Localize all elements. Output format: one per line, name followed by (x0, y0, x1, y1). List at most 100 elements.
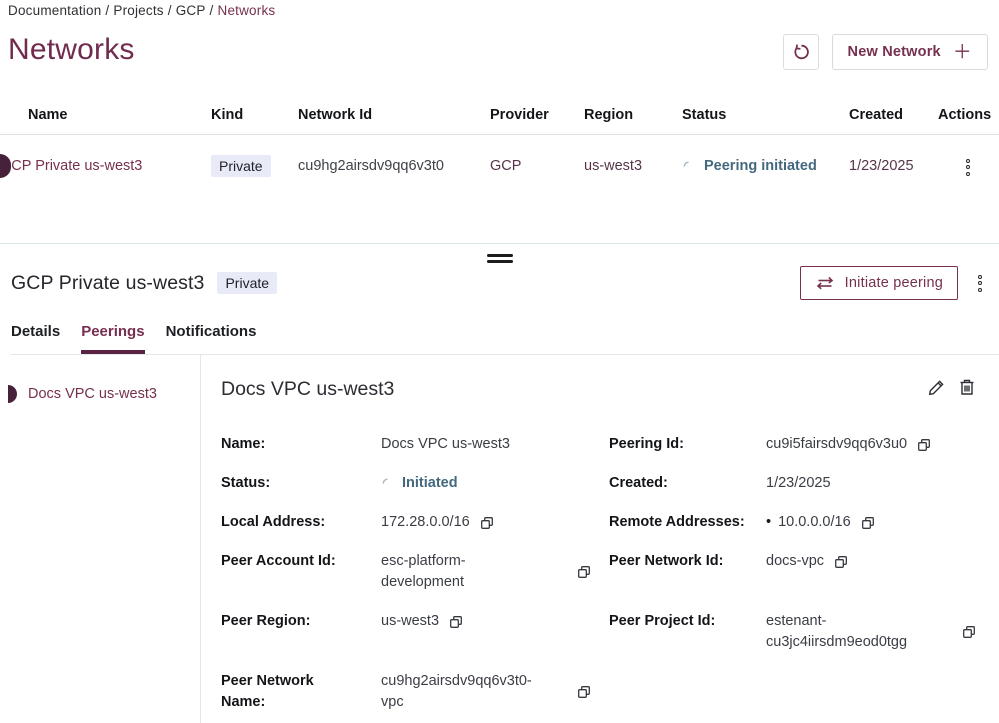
field-value-remote-addresses: • 10.0.0.0/16 (766, 512, 976, 533)
region-cell: us-west3 (584, 158, 682, 174)
kind-badge: Private (211, 155, 271, 177)
field-label: Created: (609, 473, 766, 494)
page-title: Networks (8, 33, 135, 67)
col-kind: Kind (211, 107, 298, 123)
field-value-peer-network-name: cu9hg2airsdv9qq6v3t0-vpc (381, 671, 591, 713)
network-detail-title: GCP Private us-west3 (11, 272, 204, 295)
row-kebab-menu-icon[interactable] (960, 153, 976, 182)
network-kind-cell: Private (211, 155, 298, 177)
copy-icon[interactable] (577, 685, 591, 699)
peering-marker-icon (8, 385, 17, 403)
copy-icon[interactable] (577, 565, 591, 579)
field-value-peer-project-id: estenant-cu3jc4iirsdm9eod0tgg (766, 611, 976, 653)
peering-detail-header: Docs VPC us-west3 (221, 378, 976, 401)
tab-notifications[interactable]: Notifications (166, 323, 257, 354)
tab-details[interactable]: Details (11, 323, 60, 354)
field-value-peer-region: us-west3 (381, 611, 591, 632)
peering-detail: Docs VPC us-west3 (201, 355, 999, 723)
initiate-peering-button[interactable]: Initiate peering (800, 266, 958, 300)
detail-tabs: Details Peerings Notifications (11, 323, 999, 355)
breadcrumb-documentation[interactable]: Documentation (8, 3, 101, 18)
field-label: Peering Id: (609, 434, 766, 455)
breadcrumb-gcp[interactable]: GCP (176, 3, 206, 18)
breadcrumb-projects[interactable]: Projects (113, 3, 163, 18)
plus-icon: ＋ (953, 43, 972, 62)
breadcrumb-separator: / (206, 3, 218, 18)
created-cell: 1/23/2025 (849, 158, 938, 174)
peering-item-label: Docs VPC us-west3 (28, 386, 157, 402)
network-id-cell: cu9hg2airsdv9qq6v3t0 (298, 158, 490, 174)
field-label: Local Address: (221, 512, 381, 533)
field-row: Name: Docs VPC us-west3 Peering Id: cu9i… (221, 434, 976, 455)
field-label: Peer Region: (221, 611, 381, 632)
field-row: Peer Account Id: esc-platform-developmen… (221, 551, 976, 593)
header-actions: New Network ＋ (783, 34, 988, 70)
refresh-button[interactable] (783, 34, 819, 70)
initiate-peering-label: Initiate peering (845, 275, 943, 291)
field-label: Peer Account Id: (221, 551, 381, 572)
networks-page: Documentation/Projects/GCP/Networks Netw… (0, 0, 999, 723)
peering-fields: Name: Docs VPC us-west3 Peering Id: cu9i… (221, 434, 976, 713)
field-label: Remote Addresses: (609, 512, 766, 533)
peerings-sidebar: Docs VPC us-west3 (0, 355, 201, 723)
field-value-peer-account-id: esc-platform-development (381, 551, 591, 593)
field-value-created: 1/23/2025 (766, 473, 976, 494)
field-label: Status: (221, 473, 381, 494)
breadcrumb: Documentation/Projects/GCP/Networks (8, 3, 275, 18)
field-label: Peer Network Id: (609, 551, 766, 572)
spinner-icon (682, 160, 695, 173)
field-label: Name: (221, 434, 381, 455)
copy-icon[interactable] (962, 625, 976, 639)
swap-arrows-icon (815, 276, 835, 290)
pane-drag-handle[interactable] (487, 254, 513, 263)
delete-trash-icon[interactable] (958, 378, 976, 397)
field-row: Peer Region: us-west3 Peer Project Id: e… (221, 611, 976, 653)
actions-cell (938, 151, 999, 182)
peering-detail-title: Docs VPC us-west3 (221, 378, 394, 401)
refresh-icon (791, 42, 811, 62)
sidebar-item-docs-vpc[interactable]: Docs VPC us-west3 (0, 385, 200, 403)
pane-divider (0, 243, 999, 244)
field-value-local-address: 172.28.0.0/16 (381, 512, 591, 533)
new-network-label: New Network (848, 44, 941, 60)
copy-icon[interactable] (834, 555, 848, 569)
copy-icon[interactable] (449, 615, 463, 629)
col-provider: Provider (490, 107, 584, 123)
network-detail-header: GCP Private us-west3 Private Initiate pe… (11, 266, 988, 300)
copy-icon[interactable] (917, 438, 931, 452)
field-row: Local Address: 172.28.0.0/16 Remote Addr… (221, 512, 976, 533)
panel-kebab-menu-icon[interactable] (972, 269, 988, 298)
copy-icon[interactable] (861, 516, 875, 530)
status-cell: Peering initiated (682, 158, 849, 174)
field-value-peer-network-id: docs-vpc (766, 551, 976, 572)
col-created: Created (849, 107, 938, 123)
col-actions: Actions (938, 107, 999, 123)
bullet-icon: • (766, 512, 771, 533)
network-name-link[interactable]: GCP Private us-west3 (0, 158, 211, 174)
provider-cell: GCP (490, 158, 584, 174)
spinner-icon (381, 477, 394, 490)
edit-pencil-icon[interactable] (927, 378, 946, 397)
col-status: Status (682, 107, 849, 123)
field-value-status: Initiated (381, 473, 591, 494)
field-value-peering-id: cu9i5fairsdv9qq6v3u0 (766, 434, 976, 455)
networks-table: Name Kind Network Id Provider Region Sta… (0, 96, 999, 197)
field-row: Peer Network Name: cu9hg2airsdv9qq6v3t0-… (221, 671, 976, 713)
copy-icon[interactable] (480, 516, 494, 530)
table-row: GCP Private us-west3 Private cu9hg2airsd… (0, 135, 999, 197)
breadcrumb-separator: / (164, 3, 176, 18)
peerings-panel: Docs VPC us-west3 Docs VPC us-west3 (0, 355, 999, 723)
breadcrumb-current: Networks (218, 3, 276, 18)
status-badge: Peering initiated (704, 158, 817, 174)
field-value-name: Docs VPC us-west3 (381, 434, 591, 455)
field-label: Peer Project Id: (609, 611, 766, 632)
field-label: Peer Network Name: (221, 671, 381, 713)
col-network-id: Network Id (298, 107, 490, 123)
new-network-button[interactable]: New Network ＋ (832, 34, 988, 70)
table-header: Name Kind Network Id Provider Region Sta… (0, 96, 999, 135)
network-kind-badge: Private (217, 272, 277, 294)
tab-peerings[interactable]: Peerings (81, 323, 144, 354)
panel-actions: Initiate peering (800, 266, 988, 300)
col-name: Name (0, 107, 211, 123)
field-row: Status: Initiated Created: 1/23/202 (221, 473, 976, 494)
